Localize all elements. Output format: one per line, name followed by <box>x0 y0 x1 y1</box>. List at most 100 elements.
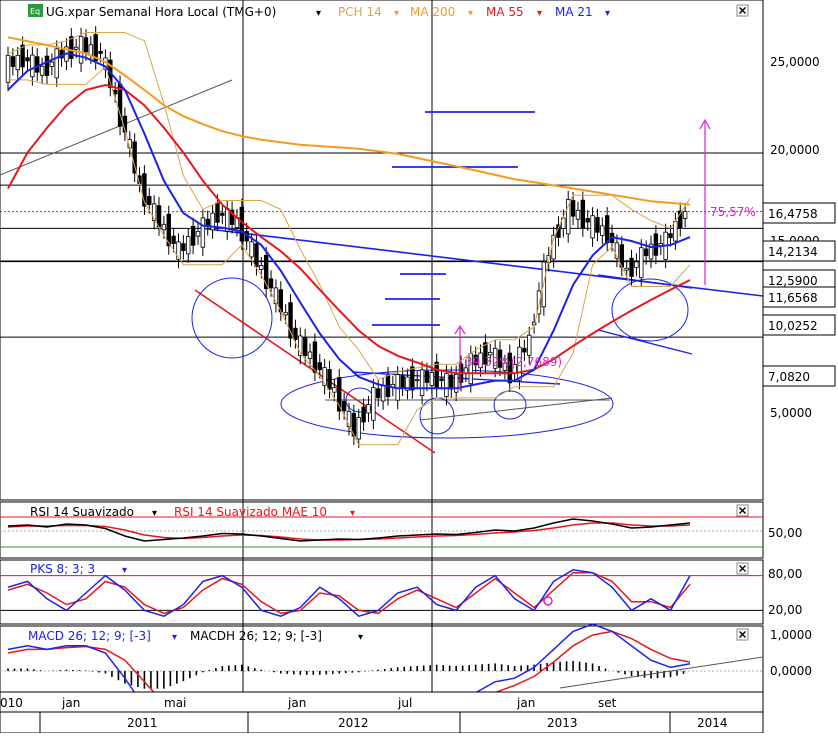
stochastic-panel <box>0 559 764 625</box>
candle-body <box>371 387 376 421</box>
x-month-label: set <box>598 696 617 710</box>
candle-body <box>20 44 25 68</box>
candle-body <box>366 404 371 414</box>
stoch-close-button[interactable] <box>736 562 749 575</box>
candle-body <box>302 337 308 356</box>
rsi-close-button[interactable] <box>736 504 749 517</box>
candle-body <box>653 233 659 256</box>
equity-icon-label: Eq <box>30 7 40 16</box>
x-month-label: 010 <box>0 696 23 710</box>
price-box-label: 10,0252 <box>768 319 818 333</box>
chart-window: 39,32%(2,7689) 75,57% 25,0000 20,0000 15… <box>0 0 838 734</box>
x-month-label: jan <box>61 696 80 710</box>
legend-macdh: MACDH 26; 12; 9; [-3] <box>190 629 322 643</box>
svg-text:▾: ▾ <box>605 8 610 19</box>
candle-body <box>453 373 459 393</box>
legend-rsi: RSI 14 Suavizado <box>30 505 134 519</box>
candle-body <box>156 205 162 228</box>
candle-body <box>215 202 220 223</box>
candle-body <box>283 312 288 316</box>
candle-body <box>585 218 590 223</box>
candle-body <box>200 217 206 248</box>
candle-body <box>161 223 167 231</box>
svg-text:▾: ▾ <box>172 632 177 643</box>
candle-body <box>356 417 361 440</box>
candle-body <box>643 248 649 257</box>
candle-body <box>332 387 337 393</box>
x-year-label: 2013 <box>547 716 578 730</box>
candle-body <box>117 83 123 127</box>
y-tick-label: 20,0000 <box>770 143 820 157</box>
candle-body <box>39 65 45 76</box>
x-year-label: 2014 <box>697 716 728 730</box>
main-close-button[interactable] <box>736 4 749 17</box>
candle-body <box>424 370 430 383</box>
candle-body <box>341 400 347 412</box>
candle-body <box>522 347 527 353</box>
candle-body <box>566 199 571 235</box>
candle-body <box>10 56 16 67</box>
svg-text:▾: ▾ <box>350 508 355 519</box>
macd-y-tick: 0,0000 <box>770 664 812 678</box>
candle-body <box>682 211 688 219</box>
candle-body <box>254 243 259 268</box>
candle-body <box>629 257 634 277</box>
candle-body <box>147 195 152 206</box>
chart-title: UG.xpar Semanal Hora Local (TMG+0) <box>46 5 276 19</box>
candle-body <box>595 216 600 233</box>
candle-body <box>186 236 191 255</box>
svg-text:▾: ▾ <box>316 8 321 19</box>
price-box-label: 12,5900 <box>768 274 818 288</box>
y-tick-label: 25,0000 <box>770 55 820 69</box>
candle-body <box>380 385 386 402</box>
candle-body <box>15 54 20 71</box>
candle-body <box>307 351 313 359</box>
candle-body <box>312 341 318 373</box>
rise-annotation-label: 75,57% <box>710 205 756 219</box>
main-y-axis: 25,0000 20,0000 15,0000 5,0000 <box>770 55 820 420</box>
candle-body <box>78 35 84 64</box>
candle-body <box>400 375 405 388</box>
svg-text:▾: ▾ <box>122 565 127 576</box>
svg-text:▾: ▾ <box>358 632 363 643</box>
candle-body <box>171 235 176 244</box>
candle-body <box>49 61 55 67</box>
candle-body <box>44 55 50 76</box>
rsi-y-tick: 50,00 <box>768 526 802 540</box>
candle-body <box>673 220 678 242</box>
price-box-label: 7,0820 <box>768 370 810 384</box>
candle-body <box>35 56 40 73</box>
candle-body <box>580 199 586 229</box>
stoch-y-tick: 20,00 <box>768 603 802 617</box>
candle-body <box>190 225 196 246</box>
candle-body <box>434 361 439 389</box>
price-box-label: 14,2134 <box>768 245 818 259</box>
candle-body <box>449 374 454 390</box>
legend-ma200: MA 200 <box>410 5 455 19</box>
legend-ma21: MA 21 <box>555 5 593 19</box>
y-tick-label: 5,0000 <box>770 406 812 420</box>
candle-body <box>361 406 366 423</box>
candle-body <box>268 278 274 289</box>
candle-body <box>668 233 673 239</box>
candle-body <box>575 209 581 220</box>
price-level-labels: 16,4758 14,2134 12,5900 11,6568 10,0252 … <box>762 202 836 387</box>
candle-body <box>5 54 11 83</box>
candle-body <box>604 215 610 244</box>
candle-body <box>83 37 89 53</box>
candle-body <box>410 366 415 391</box>
legend-macd: MACD 26; 12; 9; [-3] <box>28 629 151 643</box>
candle-body <box>220 212 225 216</box>
legend-rsi-mae: RSI 14 Suavizado MAE 10 <box>174 505 327 519</box>
legend-pks: PKS 8; 3; 3 <box>30 562 95 576</box>
candle-body <box>634 261 639 268</box>
candle-body <box>439 378 444 382</box>
candle-body <box>259 265 264 271</box>
candle-body <box>54 48 59 79</box>
candle-body <box>414 379 420 382</box>
candle-body <box>132 141 137 174</box>
price-box-label: 16,4758 <box>768 207 818 221</box>
candle-body <box>98 50 103 54</box>
macd-close-button[interactable] <box>736 628 749 641</box>
x-month-label: jan <box>287 696 306 710</box>
